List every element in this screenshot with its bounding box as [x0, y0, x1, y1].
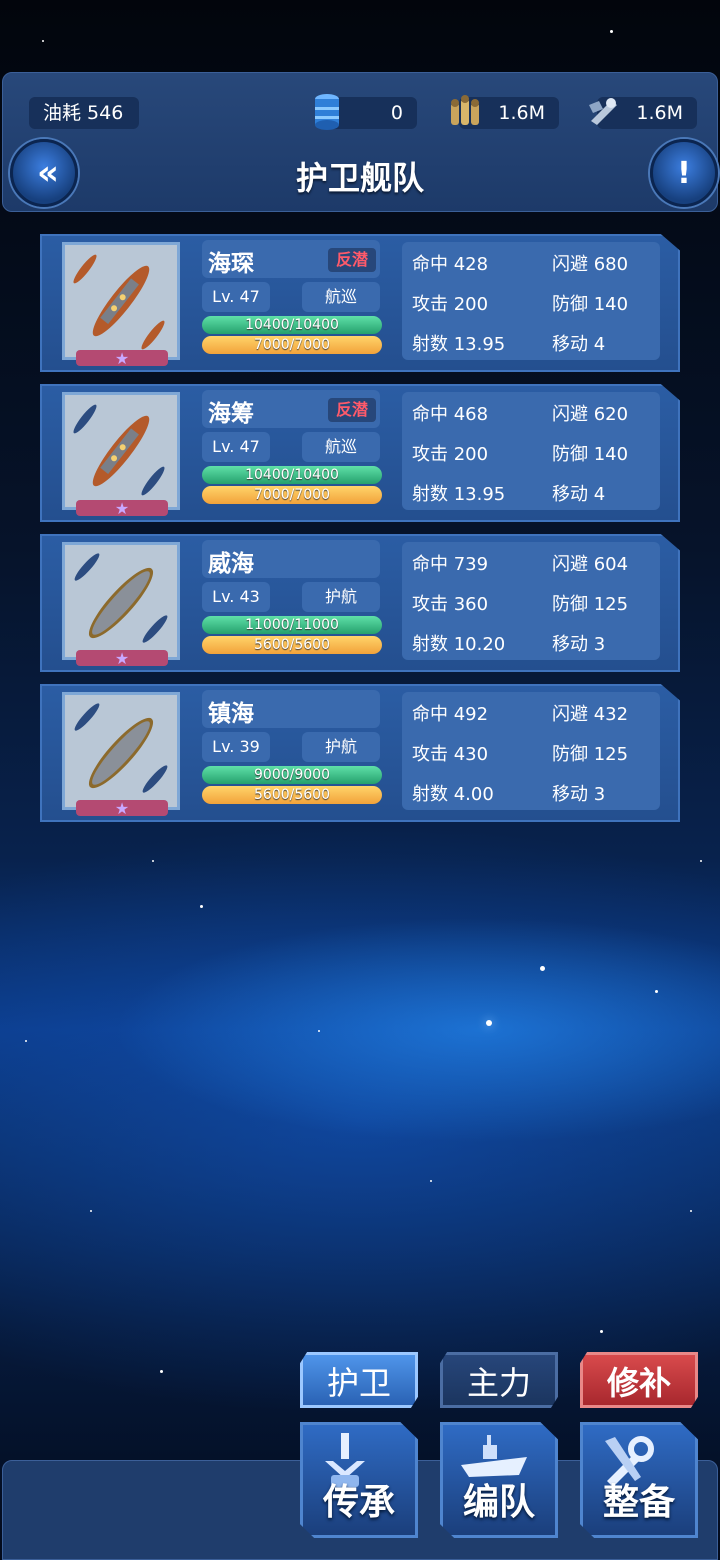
ship-name: 镇海 [208, 701, 254, 727]
stat-range: 射数 13.95 [412, 334, 506, 355]
ship-level: Lv. 39 [202, 732, 270, 762]
info-button[interactable]: ! [650, 139, 718, 207]
ammo-shells-icon [451, 95, 479, 125]
stat-evade: 闪避 604 [552, 554, 629, 575]
stat-move: 移动 4 [552, 484, 606, 505]
ship-tag: 反潜 [327, 398, 376, 422]
formation-button[interactable]: 编队 [440, 1422, 558, 1538]
cruiser-ship-icon [73, 254, 165, 350]
stat-hit: 命中 428 [412, 254, 489, 275]
barrel-resource: 0 [315, 94, 417, 130]
inherit-label: 传承 [322, 1482, 395, 1523]
ship-name: 威海 [208, 551, 254, 577]
stat-attack: 攻击 200 [412, 444, 489, 465]
ship-level: Lv. 47 [202, 432, 270, 462]
escort-ship-icon [74, 703, 168, 793]
star-icon: ★ [114, 498, 130, 518]
ship-stats: 命中 468 闪避 620 攻击 200 防御 140 射数 13.95 移动 … [402, 392, 660, 510]
star-rating: ★ [76, 348, 168, 368]
repair-button[interactable]: 修补 [580, 1352, 698, 1408]
ship-stats: 命中 428 闪避 680 攻击 200 防御 140 射数 13.95 移动 … [402, 242, 660, 360]
ship-portrait [62, 392, 180, 510]
stat-attack: 攻击 200 [412, 294, 489, 315]
ship-role: 航巡 [302, 432, 380, 462]
ship-role: 航巡 [302, 282, 380, 312]
ship-name-box: 威海 [202, 540, 380, 578]
stat-hit: 命中 739 [412, 554, 489, 575]
ship-portrait [62, 242, 180, 360]
stat-move: 移动 4 [552, 334, 606, 355]
ship-name-box: 海筹 反潜 [202, 390, 380, 428]
ship-role: 护航 [302, 582, 380, 612]
stat-defense: 防御 125 [552, 744, 629, 765]
parts-resource: 1.6M [589, 97, 697, 129]
stat-evade: 闪避 432 [552, 704, 629, 725]
hp-bar: 10400/10400 [202, 316, 382, 334]
barrel-value: 0 [390, 102, 403, 124]
stat-range: 射数 10.20 [412, 634, 506, 655]
ship-name: 海琛 [208, 251, 254, 277]
fuel-bar: 5600/5600 [202, 636, 382, 654]
ship-role: 护航 [302, 732, 380, 762]
star-icon: ★ [114, 648, 130, 668]
fuel-bar: 7000/7000 [202, 486, 382, 504]
stat-hit: 命中 492 [412, 704, 489, 725]
ship-card[interactable]: ★ 海琛 反潜 Lv. 47 航巡 10400/10400 7000/7000 … [40, 234, 680, 372]
maintain-label: 整备 [602, 1482, 675, 1523]
shells-value: 1.6M [498, 102, 545, 124]
ship-level: Lv. 47 [202, 282, 270, 312]
maintain-button[interactable]: 整备 [580, 1422, 698, 1538]
oil-consumption: 油耗 546 [29, 97, 139, 129]
shells-resource: 1.6M [451, 95, 559, 129]
oil-barrel-icon [315, 94, 339, 130]
star-icon: ★ [114, 348, 130, 368]
ship-name-box: 镇海 [202, 690, 380, 728]
star-rating: ★ [76, 498, 168, 518]
escort-ship-icon [74, 553, 168, 643]
stat-attack: 攻击 360 [412, 594, 489, 615]
stat-evade: 闪避 680 [552, 254, 629, 275]
title-bar: « 护卫舰队 ! [2, 135, 718, 212]
fuel-bar: 7000/7000 [202, 336, 382, 354]
ship-portrait [62, 692, 180, 810]
ship-tag: 反潜 [327, 248, 376, 272]
stat-move: 移动 3 [552, 784, 606, 805]
wrench-parts-icon [589, 98, 617, 125]
ship-name-box: 海琛 反潜 [202, 240, 380, 278]
stat-defense: 防御 125 [552, 594, 629, 615]
stat-hit: 命中 468 [412, 404, 489, 425]
stat-defense: 防御 140 [552, 444, 629, 465]
tab-main[interactable]: 主力 [440, 1352, 558, 1408]
parts-value: 1.6M [636, 102, 683, 124]
ship-name: 海筹 [208, 401, 254, 427]
ship-stats: 命中 739 闪避 604 攻击 360 防御 125 射数 10.20 移动 … [402, 542, 660, 660]
inherit-button[interactable]: 传承 [300, 1422, 418, 1538]
stat-evade: 闪避 620 [552, 404, 629, 425]
cruiser-ship-icon [73, 404, 165, 496]
star-rating: ★ [76, 798, 168, 818]
ship-card[interactable]: ★ 镇海 Lv. 39 护航 9000/9000 5600/5600 命中 49… [40, 684, 680, 822]
stat-range: 射数 13.95 [412, 484, 506, 505]
stat-defense: 防御 140 [552, 294, 629, 315]
page-title: 护卫舰队 [295, 159, 424, 197]
star-icon: ★ [114, 798, 130, 818]
hp-bar: 10400/10400 [202, 466, 382, 484]
ship-card[interactable]: ★ 海筹 反潜 Lv. 47 航巡 10400/10400 7000/7000 … [40, 384, 680, 522]
hp-bar: 9000/9000 [202, 766, 382, 784]
formation-label: 编队 [462, 1482, 535, 1523]
tab-escort[interactable]: 护卫 [300, 1352, 418, 1408]
ship-level: Lv. 43 [202, 582, 270, 612]
stat-range: 射数 4.00 [412, 784, 494, 805]
stat-attack: 攻击 430 [412, 744, 489, 765]
fuel-bar: 5600/5600 [202, 786, 382, 804]
stat-move: 移动 3 [552, 634, 606, 655]
ship-card[interactable]: ★ 威海 Lv. 43 护航 11000/11000 5600/5600 命中 … [40, 534, 680, 672]
hp-bar: 11000/11000 [202, 616, 382, 634]
exclamation-icon: ! [677, 155, 691, 191]
ship-portrait [62, 542, 180, 660]
star-rating: ★ [76, 648, 168, 668]
ship-stats: 命中 492 闪避 432 攻击 430 防御 125 射数 4.00 移动 3 [402, 692, 660, 810]
